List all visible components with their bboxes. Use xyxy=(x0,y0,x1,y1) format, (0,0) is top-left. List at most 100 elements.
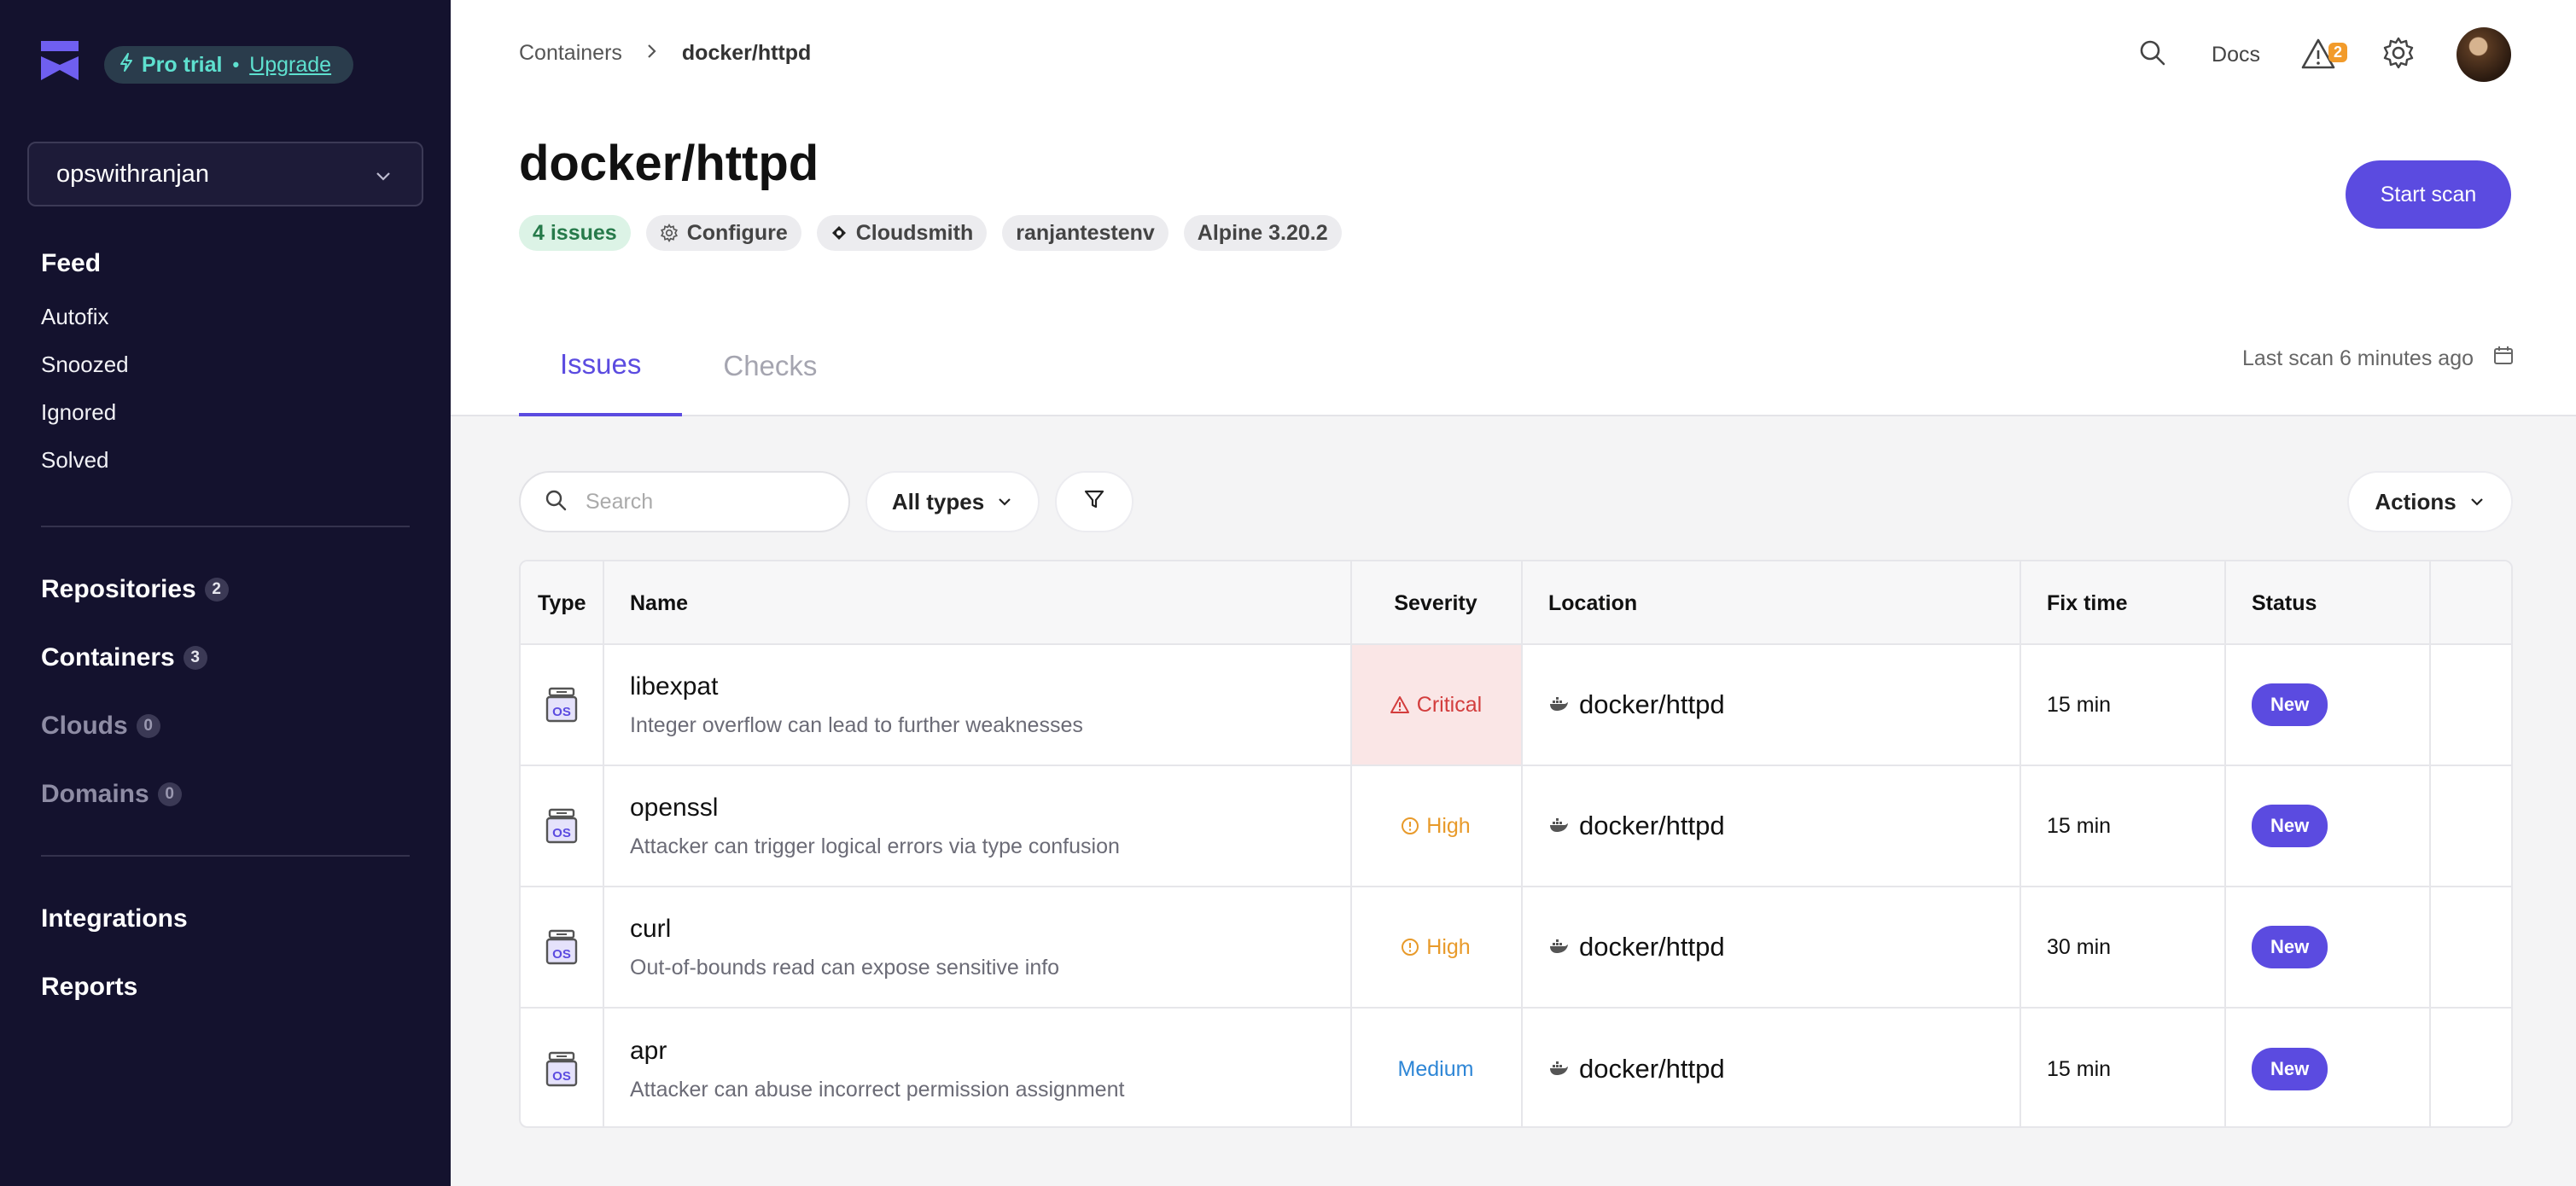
last-scan-text: Last scan 6 minutes ago xyxy=(2242,346,2474,370)
search-field[interactable] xyxy=(519,471,850,532)
table-row[interactable]: OS apr Attacker can abuse incorrect perm… xyxy=(521,1009,2511,1126)
issue-description: Attacker can abuse incorrect permission … xyxy=(630,1077,1125,1102)
location-cell: docker/httpd xyxy=(1521,887,2019,1007)
alert-circle-icon xyxy=(1401,817,1419,835)
sidebar-item-clouds[interactable]: Clouds 0 xyxy=(41,712,160,741)
last-scan-info: Last scan 6 minutes ago xyxy=(2242,345,2515,373)
sidebar-item-autofix[interactable]: Autofix xyxy=(41,304,109,330)
repositories-label: Repositories xyxy=(41,575,196,603)
fix-time: 15 min xyxy=(2047,813,2112,838)
page-title: docker/httpd xyxy=(519,136,819,191)
issue-name-cell: libexpat Integer overflow can lead to fu… xyxy=(603,645,1350,765)
status-badge[interactable]: New xyxy=(2252,805,2328,847)
status-cell: New xyxy=(2224,887,2429,1007)
filter-button[interactable] xyxy=(1055,471,1134,532)
location-label: docker/httpd xyxy=(1579,932,1725,962)
integrations-label: Integrations xyxy=(41,904,188,933)
severity-cell: Medium xyxy=(1350,1009,1521,1126)
bolt-icon xyxy=(119,52,133,78)
page-header: Containers docker/httpd Docs 2 docker/ht… xyxy=(451,0,2576,416)
issue-name: openssl xyxy=(630,793,719,822)
start-scan-button[interactable]: Start scan xyxy=(2346,160,2511,229)
container-tags: 4 issues Configure Cloudsmith ranjantest… xyxy=(519,215,1357,251)
svg-text:OS: OS xyxy=(552,705,571,719)
severity-label: High xyxy=(1426,934,1471,959)
logo-icon[interactable] xyxy=(41,41,79,80)
os-package-icon: OS xyxy=(521,766,603,886)
status-badge[interactable]: New xyxy=(2252,683,2328,726)
os-package-icon: OS xyxy=(521,645,603,765)
table-row[interactable]: OS openssl Attacker can trigger logical … xyxy=(521,766,2511,887)
issue-description: Out-of-bounds read can expose sensitive … xyxy=(630,955,1060,980)
actions-dropdown[interactable]: Actions xyxy=(2347,471,2513,532)
sidebar-item-repositories[interactable]: Repositories 2 xyxy=(41,575,229,604)
location-cell: docker/httpd xyxy=(1521,1009,2019,1126)
os-package-icon: OS xyxy=(521,1009,603,1126)
issue-name: curl xyxy=(630,914,672,943)
top-actions: Docs 2 xyxy=(2138,27,2511,82)
docs-link[interactable]: Docs xyxy=(2212,43,2260,67)
registry-tag: Cloudsmith xyxy=(816,215,988,251)
column-name[interactable]: Name xyxy=(630,561,688,645)
table-row[interactable]: OS libexpat Integer overflow can lead to… xyxy=(521,645,2511,766)
severity-cell: High xyxy=(1350,887,1521,1007)
column-location[interactable]: Location xyxy=(1548,561,1637,645)
sidebar-item-solved[interactable]: Solved xyxy=(41,447,109,474)
upgrade-link[interactable]: Upgrade xyxy=(249,53,331,78)
table-row[interactable]: OS curl Out-of-bounds read can expose se… xyxy=(521,887,2511,1009)
chevron-right-icon xyxy=(646,41,658,66)
clouds-label: Clouds xyxy=(41,712,128,740)
os-package-icon: OS xyxy=(521,887,603,1007)
os-version-tag: Alpine 3.20.2 xyxy=(1183,215,1342,251)
breadcrumb-current: docker/httpd xyxy=(681,41,812,65)
reports-label: Reports xyxy=(41,973,138,1001)
status-cell: New xyxy=(2224,766,2429,886)
sidebar-item-snoozed[interactable]: Snoozed xyxy=(41,352,129,378)
alerts-button[interactable]: 2 xyxy=(2299,36,2347,73)
feed-label: Feed xyxy=(41,249,102,277)
chevron-down-icon xyxy=(374,164,393,192)
column-status[interactable]: Status xyxy=(2252,561,2317,645)
column-fix-time[interactable]: Fix time xyxy=(2047,561,2127,645)
filter-icon xyxy=(1083,488,1105,516)
sidebar-item-integrations[interactable]: Integrations xyxy=(41,904,188,933)
column-divider xyxy=(603,561,604,1126)
search-input[interactable] xyxy=(586,489,825,515)
chevron-down-icon xyxy=(2470,498,2483,506)
status-badge[interactable]: New xyxy=(2252,926,2328,968)
tab-checks[interactable]: Checks xyxy=(682,316,858,416)
domains-count: 0 xyxy=(157,782,182,806)
column-severity[interactable]: Severity xyxy=(1350,561,1521,645)
issue-description: Integer overflow can lead to further wea… xyxy=(630,712,1083,737)
cloudsmith-icon xyxy=(830,224,848,241)
sidebar-item-ignored[interactable]: Ignored xyxy=(41,399,116,426)
column-divider xyxy=(2429,561,2431,1126)
sidebar-divider xyxy=(41,855,410,857)
status-cell: New xyxy=(2224,1009,2429,1126)
issues-count-tag[interactable]: 4 issues xyxy=(519,215,631,251)
severity-cell: Critical xyxy=(1350,645,1521,765)
location-cell: docker/httpd xyxy=(1521,766,2019,886)
status-badge[interactable]: New xyxy=(2252,1048,2328,1090)
search-icon[interactable] xyxy=(2138,38,2167,72)
type-filter-dropdown[interactable]: All types xyxy=(865,471,1040,532)
sidebar-item-containers[interactable]: Containers 3 xyxy=(41,643,207,672)
org-selector[interactable]: opswithranjan xyxy=(27,142,423,206)
tab-issues[interactable]: Issues xyxy=(519,316,683,416)
sidebar-item-domains[interactable]: Domains 0 xyxy=(41,780,182,809)
breadcrumb-containers[interactable]: Containers xyxy=(519,41,622,66)
sidebar-divider xyxy=(41,526,410,527)
sidebar-item-feed[interactable]: Feed xyxy=(41,249,101,278)
sidebar-item-reports[interactable]: Reports xyxy=(41,973,137,1002)
containers-label: Containers xyxy=(41,643,175,671)
type-filter-label: All types xyxy=(891,488,985,515)
avatar[interactable] xyxy=(2457,27,2511,82)
column-type[interactable]: Type xyxy=(538,561,586,645)
sidebar: Pro trial • Upgrade opswithranjan Feed A… xyxy=(0,0,451,1186)
calendar-icon[interactable] xyxy=(2474,345,2515,373)
configure-label: Configure xyxy=(686,220,788,245)
issue-name-cell: apr Attacker can abuse incorrect permiss… xyxy=(603,1009,1350,1126)
gear-icon[interactable] xyxy=(2381,36,2416,74)
configure-tag[interactable]: Configure xyxy=(645,215,801,251)
location-label: docker/httpd xyxy=(1579,811,1725,840)
